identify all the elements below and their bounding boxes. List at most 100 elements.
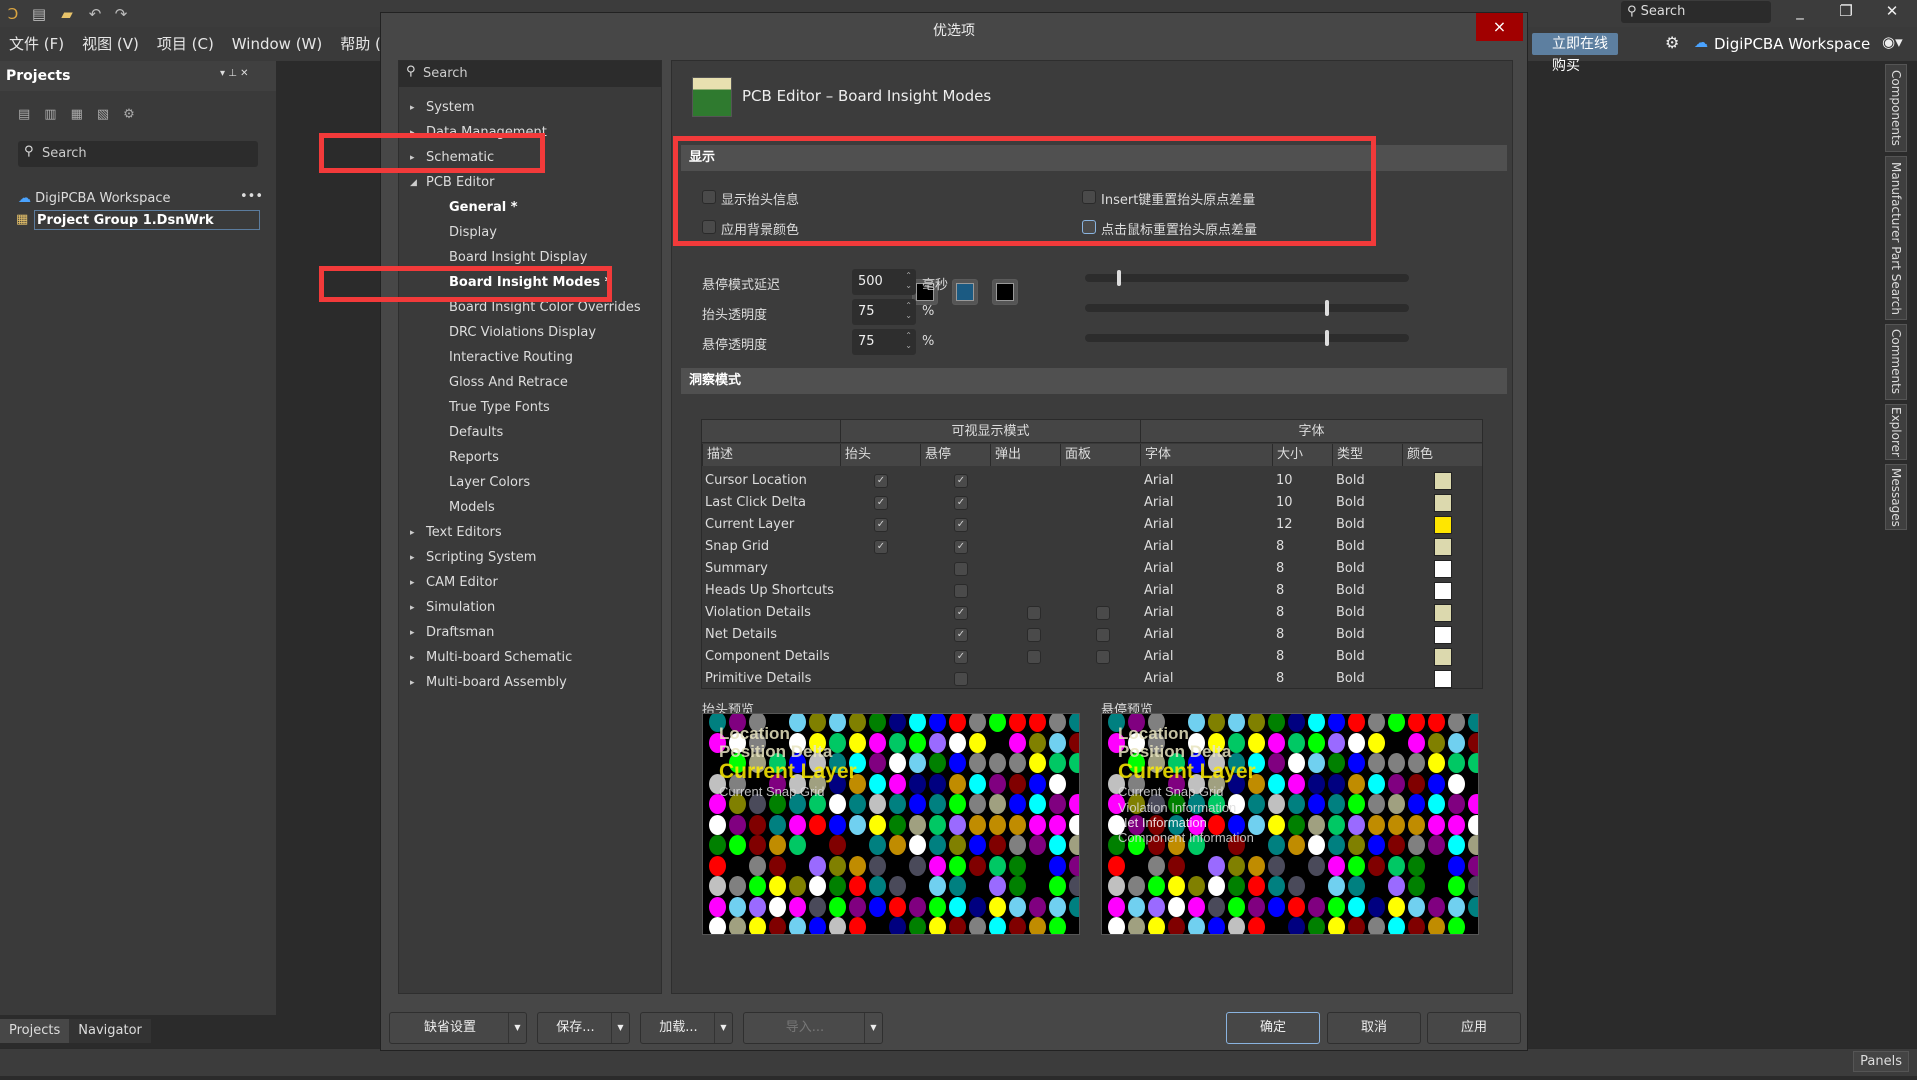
tree-item[interactable]: Layer Colors xyxy=(399,472,661,494)
hover-checkbox[interactable]: ✓ xyxy=(954,606,968,620)
tree-item[interactable]: ▸ System xyxy=(399,97,661,119)
row-color-swatch[interactable] xyxy=(1434,538,1452,556)
setting-spinbox[interactable]: 75 ⌃ ⌄ xyxy=(852,299,916,325)
setting-spinbox[interactable]: 500 ⌃ ⌄ xyxy=(852,269,916,295)
tree-item[interactable]: Reports xyxy=(399,447,661,469)
tab-navigator[interactable]: Navigator xyxy=(69,1019,151,1043)
ok-button[interactable]: 确定 xyxy=(1226,1012,1320,1044)
column-header[interactable]: 大小 xyxy=(1272,444,1332,466)
spin-arrows-icon[interactable]: ⌃ ⌄ xyxy=(905,331,912,351)
column-header[interactable]: 颜色 xyxy=(1402,444,1482,466)
minimize-button[interactable]: _ xyxy=(1782,2,1818,24)
table-row[interactable]: Last Click Delta ✓ ✓ Arial 10 Bold xyxy=(702,492,1482,514)
hover-checkbox[interactable]: ✓ xyxy=(954,540,968,554)
projects-search-input[interactable]: Search xyxy=(18,141,258,167)
redo-icon[interactable]: ↷ xyxy=(112,5,130,23)
row-color-swatch[interactable] xyxy=(1434,648,1452,666)
restore-button[interactable]: ❐ xyxy=(1828,2,1864,24)
setting-slider[interactable] xyxy=(1085,330,1409,346)
tree-item[interactable]: ◢ PCB Editor xyxy=(399,172,661,194)
expand-arrow-icon[interactable]: ▸ xyxy=(410,672,415,694)
global-search-input[interactable]: ⚲ Search xyxy=(1621,1,1771,23)
dialog-close-button[interactable]: × xyxy=(1476,13,1523,41)
column-header[interactable]: 面板 xyxy=(1060,444,1140,466)
apply-button[interactable]: 应用 xyxy=(1427,1012,1521,1044)
row-color-swatch[interactable] xyxy=(1434,560,1452,578)
panel-checkbox[interactable] xyxy=(1096,650,1110,664)
hover-checkbox[interactable]: ✓ xyxy=(954,650,968,664)
tree-item[interactable]: ▸ Multi-board Assembly xyxy=(399,672,661,694)
tab-components[interactable]: Components xyxy=(1885,64,1907,152)
hover-checkbox[interactable] xyxy=(954,562,968,576)
table-row[interactable]: Cursor Location ✓ ✓ Arial 10 Bold xyxy=(702,470,1482,492)
popup-checkbox[interactable] xyxy=(1027,650,1041,664)
hover-checkbox[interactable]: ✓ xyxy=(954,474,968,488)
table-row[interactable]: Snap Grid ✓ ✓ Arial 8 Bold xyxy=(702,536,1482,558)
tree-item[interactable]: True Type Fonts xyxy=(399,397,661,419)
tree-item[interactable]: ▸ CAM Editor xyxy=(399,572,661,594)
row-color-swatch[interactable] xyxy=(1434,472,1452,490)
hover-checkbox[interactable]: ✓ xyxy=(954,496,968,510)
bg-color-swatch-3[interactable] xyxy=(992,279,1018,305)
heads-up-checkbox[interactable]: ✓ xyxy=(874,474,888,488)
row-color-swatch[interactable] xyxy=(1434,626,1452,644)
column-header[interactable]: 弹出 xyxy=(990,444,1060,466)
expand-arrow-icon[interactable]: ▸ xyxy=(410,647,415,669)
tab-messages[interactable]: Messages xyxy=(1885,464,1907,530)
tree-item[interactable]: ▸ Multi-board Schematic xyxy=(399,647,661,669)
buy-online-button[interactable]: 立即在线购买 xyxy=(1532,33,1618,74)
load-button[interactable]: 加载... ▼ xyxy=(640,1012,733,1044)
setting-slider[interactable] xyxy=(1085,300,1409,316)
undo-icon[interactable]: ↶ xyxy=(86,5,104,23)
tree-item[interactable]: DRC Violations Display xyxy=(399,322,661,344)
column-header[interactable]: 描述 xyxy=(702,444,840,466)
tree-item[interactable]: ▸ Text Editors xyxy=(399,522,661,544)
panels-button[interactable]: Panels xyxy=(1853,1051,1909,1072)
tree-item[interactable]: Defaults xyxy=(399,422,661,444)
table-row[interactable]: Heads Up Shortcuts Arial 8 Bold xyxy=(702,580,1482,602)
expand-arrow-icon[interactable]: ▸ xyxy=(410,547,415,569)
menu-view[interactable]: 视图 (V) xyxy=(73,27,148,61)
row-color-swatch[interactable] xyxy=(1434,582,1452,600)
heads-up-checkbox[interactable]: ✓ xyxy=(874,518,888,532)
hover-checkbox[interactable]: ✓ xyxy=(954,518,968,532)
save-button[interactable]: 保存... ▼ xyxy=(537,1012,630,1044)
spin-arrows-icon[interactable]: ⌃ ⌄ xyxy=(905,271,912,291)
expand-arrow-icon[interactable]: ▸ xyxy=(410,522,415,544)
tree-item[interactable]: ▸ Draftsman xyxy=(399,622,661,644)
menu-file[interactable]: 文件 (F) xyxy=(0,27,73,61)
column-header[interactable]: 抬头 xyxy=(840,444,920,466)
tree-search-input[interactable]: Search xyxy=(399,61,661,87)
slider-thumb[interactable] xyxy=(1117,270,1121,286)
tree-item[interactable]: General * xyxy=(399,197,661,219)
popup-checkbox[interactable] xyxy=(1027,606,1041,620)
column-header[interactable]: 悬停 xyxy=(920,444,990,466)
panel-menu-icon[interactable]: ▾ ⊥ ✕ xyxy=(220,68,248,79)
tab-comments[interactable]: Comments xyxy=(1885,324,1907,400)
panel-checkbox[interactable] xyxy=(1096,628,1110,642)
slider-thumb[interactable] xyxy=(1325,330,1329,346)
user-icon[interactable]: ◉▾ xyxy=(1882,33,1903,51)
import-button[interactable]: 导入... ▼ xyxy=(743,1012,883,1044)
save-icon[interactable]: ▤ xyxy=(30,5,48,23)
open-icon[interactable]: ▰ xyxy=(58,5,76,23)
expand-arrow-icon[interactable]: ▸ xyxy=(410,572,415,594)
slider-thumb[interactable] xyxy=(1325,300,1329,316)
defaults-button[interactable]: 缺省设置 ▼ xyxy=(389,1012,527,1044)
tab-explorer[interactable]: Explorer xyxy=(1885,404,1907,460)
expand-arrow-icon[interactable]: ◢ xyxy=(410,172,417,194)
table-row[interactable]: Current Layer ✓ ✓ Arial 12 Bold xyxy=(702,514,1482,536)
cancel-button[interactable]: 取消 xyxy=(1327,1012,1421,1044)
hover-checkbox[interactable] xyxy=(954,584,968,598)
expand-arrow-icon[interactable]: ▸ xyxy=(410,622,415,644)
close-window-button[interactable]: ✕ xyxy=(1874,2,1910,24)
workspace-item[interactable]: ☁ DigiPCBA Workspace xyxy=(18,189,171,209)
expand-arrow-icon[interactable]: ▸ xyxy=(410,97,415,119)
tree-item[interactable]: Display xyxy=(399,222,661,244)
column-header[interactable]: 字体 xyxy=(1140,444,1272,466)
tree-item[interactable]: Gloss And Retrace xyxy=(399,372,661,394)
table-row[interactable]: Component Details ✓ Arial 8 Bold xyxy=(702,646,1482,668)
panel-checkbox[interactable] xyxy=(1096,606,1110,620)
row-color-swatch[interactable] xyxy=(1434,670,1452,688)
more-icon[interactable]: ••• xyxy=(240,189,263,204)
